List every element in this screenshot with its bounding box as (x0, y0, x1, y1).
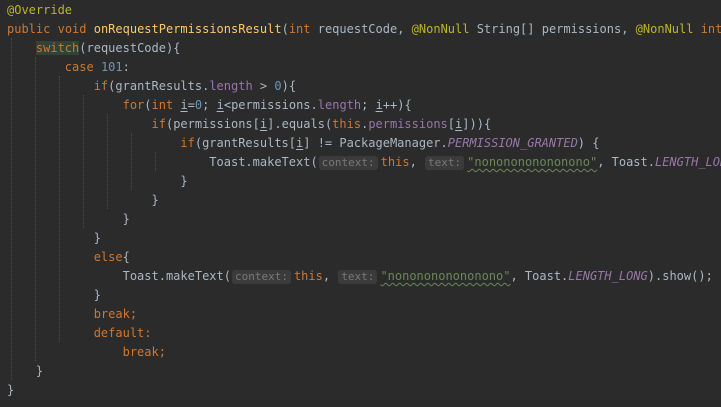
default-keyword: default: (93, 326, 152, 340)
int-keyword: int (288, 22, 311, 36)
length-field: length (209, 79, 253, 93)
public-keyword: public (7, 22, 51, 36)
request-code-param: requestCode (317, 22, 398, 36)
this-keyword: this (380, 155, 410, 169)
code-line-6[interactable]: for(int i=0; i<permissions.length; i++){ (7, 96, 412, 115)
operator: > (252, 79, 275, 93)
if-keyword: if (151, 117, 166, 131)
code-line-2[interactable]: public void onRequestPermissionsResult(i… (7, 20, 721, 39)
parameter-hint-text: text: (425, 156, 465, 170)
code-line-16[interactable]: } (7, 286, 101, 305)
length-field: length (317, 98, 362, 112)
assign-operator: = (187, 98, 195, 112)
code-line-10[interactable]: } (7, 172, 187, 191)
show-call: ).show(); (647, 269, 713, 283)
nonnull-annotation: @NonNull (635, 22, 694, 36)
code-line-17[interactable]: break; (7, 305, 137, 324)
code-line-9[interactable]: Toast.makeText(context: this, text: "nonon… (7, 153, 721, 172)
break-keyword: break; (93, 307, 138, 321)
permissions-field: permissions (368, 117, 448, 131)
loop-var-i: i (455, 117, 463, 131)
nonnull-annotation: @NonNull (411, 22, 470, 36)
switch-argument: (requestCode){ (79, 41, 181, 55)
code-line-12[interactable]: } (7, 210, 130, 229)
code-line-19[interactable]: break; (7, 343, 166, 362)
int-keyword: int (700, 22, 721, 36)
parameter-hint-context: context: (318, 156, 378, 170)
grant-results-ref: grantResults (115, 79, 203, 93)
package-manager-ref: PackageManager. (339, 136, 448, 150)
void-keyword: void (57, 22, 87, 36)
code-line-3[interactable]: switch(requestCode){ (7, 39, 180, 58)
int-keyword: int (151, 98, 174, 112)
else-keyword: else (93, 250, 123, 264)
loop-var-i: i (216, 98, 224, 112)
case-keyword: case (64, 60, 94, 74)
code-line-18[interactable]: default: (7, 324, 152, 343)
loop-var-i: i (296, 136, 304, 150)
if-keyword: if (180, 136, 195, 150)
parameter-hint-text: text: (338, 270, 378, 284)
toast-make-text-call: Toast.makeText( (209, 155, 318, 169)
code-line-14[interactable]: else{ (7, 248, 130, 267)
break-keyword: break; (122, 345, 166, 359)
code-line-1[interactable]: @Override (7, 1, 72, 20)
toast-make-text-call: Toast.makeText( (122, 269, 231, 283)
loop-var-i: i (180, 98, 188, 112)
method-name: onRequestPermissionsResult (93, 22, 282, 36)
this-keyword: this (293, 269, 323, 283)
zero-literal: 0 (194, 98, 203, 112)
permissions-ref: permissions (173, 117, 253, 131)
for-keyword: for (122, 98, 145, 112)
code-line-7[interactable]: if(permissions[i].equals(this.permission… (7, 115, 492, 134)
code-line-11[interactable]: } (7, 191, 158, 210)
parameter-hint-context: context: (231, 270, 291, 284)
code-line-20[interactable]: } (7, 362, 43, 381)
if-keyword: if (93, 79, 109, 93)
toast-string-literal: "nononononononono" (380, 269, 511, 283)
equals-call: .equals( (274, 117, 333, 131)
increment-operator: ++ (382, 98, 398, 112)
code-line-4[interactable]: case 101: (7, 58, 130, 77)
toast-string-literal: "nononononononono" (467, 155, 598, 169)
permission-granted-constant: PERMISSION_GRANTED (447, 136, 578, 150)
length-long-constant: LENGTH_LONG (568, 269, 648, 283)
string-array-type: String[] (476, 22, 535, 36)
code-line-8[interactable]: if(grantResults[i] != PackageManager.PER… (7, 134, 599, 153)
code-editor[interactable]: @Override public void onRequestPermissio… (0, 0, 721, 407)
permissions-param: permissions (541, 22, 622, 36)
permissions-ref: permissions (231, 98, 311, 112)
loop-var-i: i (259, 117, 268, 131)
case-value: 101 (100, 60, 123, 74)
code-line-5[interactable]: if(grantResults.length > 0){ (7, 77, 296, 96)
grant-results-ref: grantResults (202, 136, 289, 150)
toast-ref: , Toast. (510, 269, 569, 283)
override-annotation: @Override (7, 3, 73, 17)
code-line-13[interactable]: } (7, 229, 101, 248)
zero-literal: 0 (274, 79, 282, 93)
toast-ref: , Toast. (597, 155, 655, 169)
switch-keyword: switch (35, 41, 80, 55)
code-line-21[interactable]: } (7, 381, 14, 400)
loop-var-i: i (375, 98, 383, 112)
length-long-constant: LENGTH_LONG (654, 155, 721, 169)
code-line-15[interactable]: Toast.makeText(context: this, text: "nonon… (7, 267, 713, 286)
this-keyword: this (332, 117, 362, 131)
